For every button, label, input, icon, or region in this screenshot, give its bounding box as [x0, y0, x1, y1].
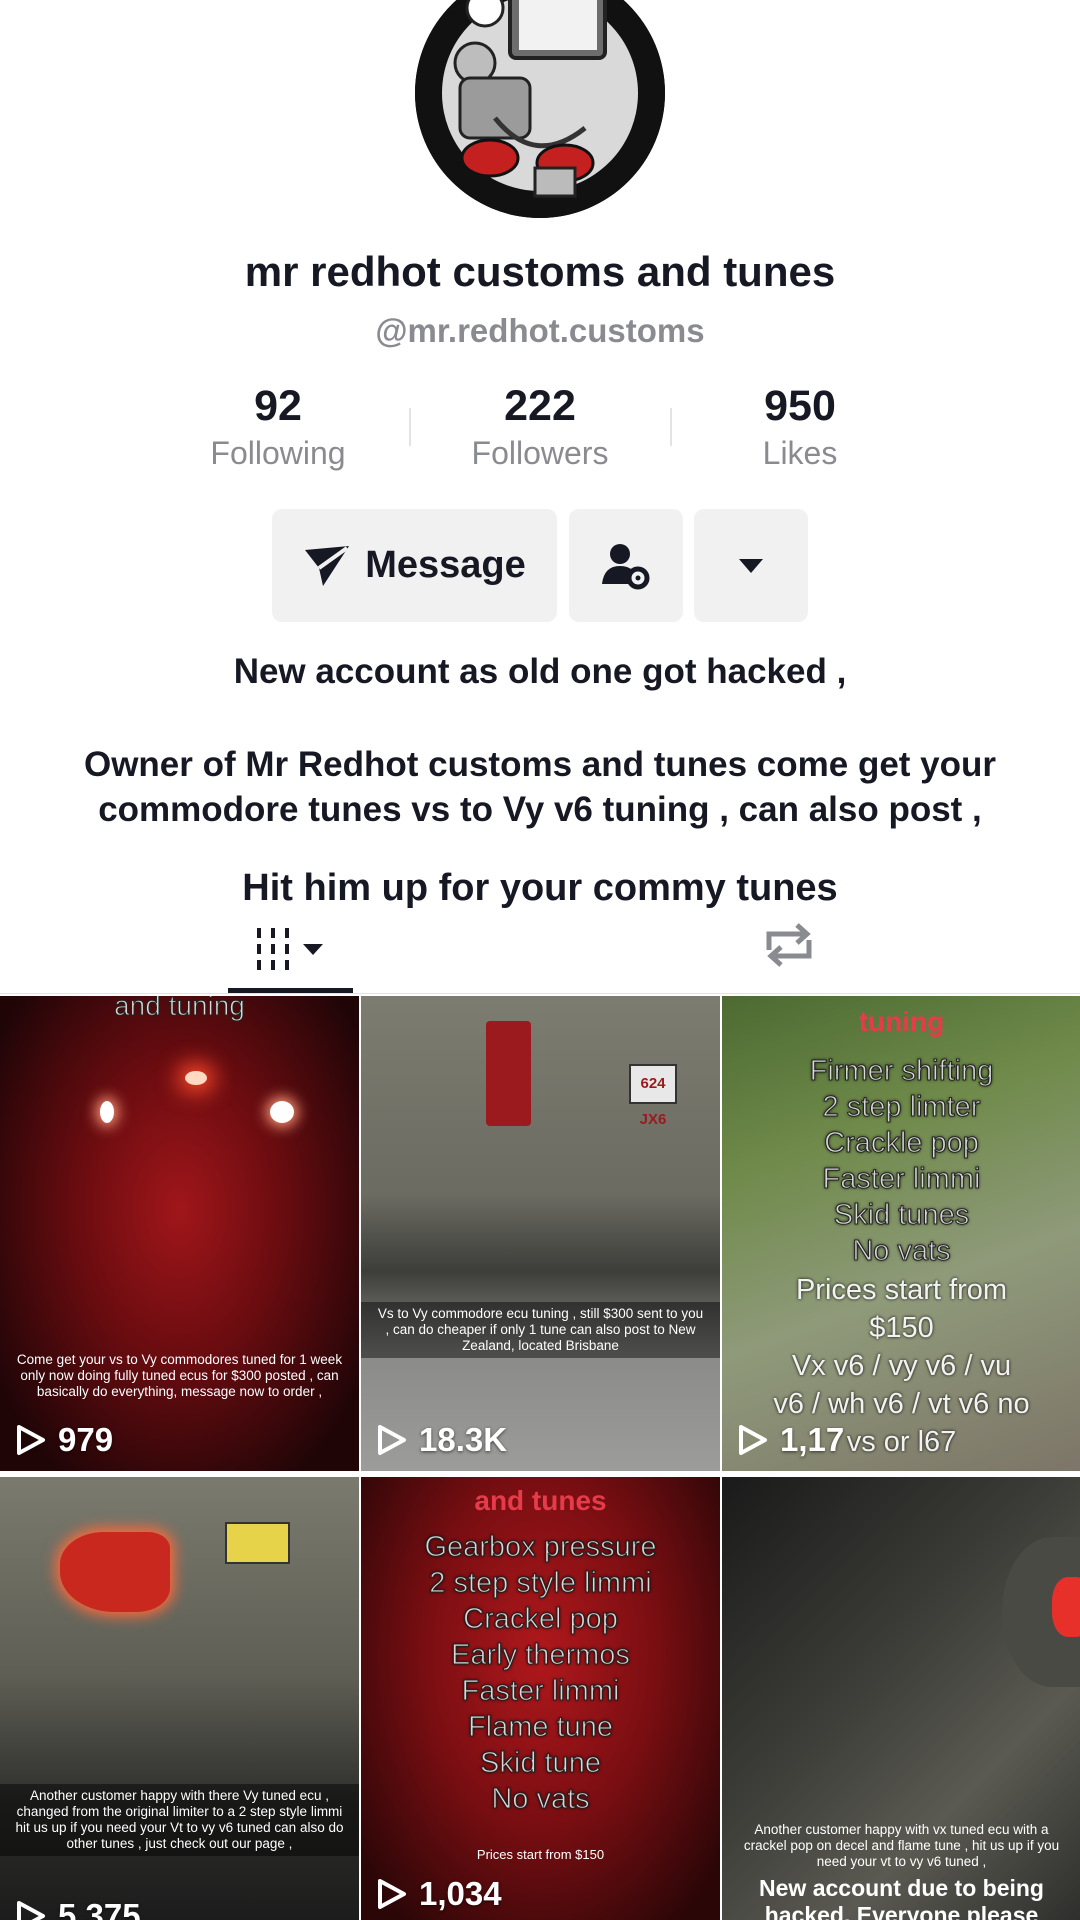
video-overlay-title: and tuning: [114, 996, 246, 1022]
message-button[interactable]: Message: [272, 509, 557, 622]
repost-icon: [766, 923, 812, 967]
overlay-line: Crackle pop: [824, 1127, 980, 1160]
play-icon: [739, 1425, 767, 1455]
followers-label: Followers: [471, 435, 609, 471]
view-count: 5,375: [16, 1897, 141, 1920]
overlay-line: Faster limmi: [822, 1163, 981, 1196]
tabs-divider: [0, 993, 1080, 994]
price-line: v6 / wh v6 / vt v6 no: [773, 1388, 1030, 1420]
followers-stat[interactable]: 222 Followers: [410, 380, 670, 474]
following-label: Following: [210, 435, 346, 471]
tail-light: [1052, 1577, 1080, 1637]
video-overlay-title: tuning: [858, 1006, 945, 1037]
play-icon: [378, 1879, 406, 1909]
bio-line-3: Hit him up for your commy tunes: [242, 867, 838, 909]
profile-handle: @mr.redhot.customs: [375, 312, 705, 349]
friend-settings-button[interactable]: [569, 509, 683, 622]
view-count: 1,034: [377, 1875, 502, 1913]
grid-videos-icon: [256, 928, 323, 970]
overlay-line: No vats: [852, 1235, 951, 1268]
tab-reposts[interactable]: [754, 912, 824, 978]
bio-line-2: Owner of Mr Redhot customs and tunes com…: [83, 745, 997, 829]
overlay-line: Firmer shifting: [809, 1055, 994, 1088]
overlay-line: 2 step style limmi: [429, 1567, 652, 1600]
price-line: Prices start from: [795, 1274, 1008, 1306]
video-overlay-lines: Firmer shifting 2 step limter Crackle po…: [722, 1053, 1080, 1269]
overlay-line: Flame tune: [467, 1711, 614, 1744]
view-count-value: 18.3K: [419, 1421, 508, 1458]
bio-line-1: New account as old one got hacked ,: [233, 652, 847, 691]
overlay-line: Skid tunes: [833, 1199, 970, 1232]
play-icon: [378, 1425, 406, 1455]
caret-down-icon: [739, 558, 763, 573]
overlay-line: Faster limmi: [461, 1675, 620, 1708]
tail-light: [185, 1071, 207, 1085]
video-tile[interactable]: Another customer happy with vx tuned ecu…: [722, 1477, 1080, 1920]
video-caption: Another customer happy with there Vy tun…: [0, 1784, 359, 1856]
tail-light: [100, 1101, 114, 1123]
view-count-value: 979: [58, 1421, 114, 1458]
overlay-line: 2 step limter: [822, 1091, 981, 1124]
video-tile[interactable]: Another customer happy with there Vy tun…: [0, 1477, 359, 1920]
video-tile[interactable]: and tunes Gearbox pressure 2 step style …: [361, 1477, 720, 1920]
tail-light: [60, 1532, 170, 1612]
following-count: 92: [254, 382, 302, 430]
view-count-value: 1,034: [419, 1875, 502, 1912]
user-settings-icon: [602, 543, 650, 589]
play-icon: [17, 1425, 45, 1455]
view-count-value: 1,17: [780, 1421, 845, 1458]
overlay-line: Skid tune: [480, 1747, 602, 1780]
video-tile[interactable]: and tuning Come get your vs to Vy commod…: [0, 996, 359, 1471]
video-caption: Another customer happy with vx tuned ecu…: [743, 1822, 1060, 1869]
overlay-line: No vats: [491, 1783, 590, 1816]
view-count: 18.3K: [377, 1421, 507, 1459]
view-count: 1,17: [738, 1421, 844, 1459]
message-button-label: Message: [365, 544, 526, 586]
view-count-value: 5,375: [58, 1897, 141, 1920]
tail-light: [270, 1101, 294, 1123]
price-line: $150: [869, 1312, 934, 1344]
license-plate: 624 JX6: [629, 1064, 677, 1128]
video-overlay-lines: Gearbox pressure 2 step style limmi Crac…: [361, 1529, 720, 1817]
video-caption: Come get your vs to Vy commodores tuned …: [16, 1352, 343, 1399]
cartoon-mascot-with-laptop-avatar: [415, 0, 665, 218]
likes-stat[interactable]: 950 Likes: [670, 380, 930, 474]
following-stat[interactable]: 92 Following: [148, 380, 408, 474]
license-plate: [225, 1522, 290, 1564]
video-bottom-text: New account due to being hacked. Everyon…: [759, 1875, 1044, 1920]
overlay-line: Early thermos: [451, 1639, 631, 1672]
tail-light: [486, 1021, 531, 1126]
video-footer-text: Prices start from $150: [476, 1847, 605, 1862]
video-overlay-title: and tunes: [474, 1485, 607, 1516]
likes-count: 950: [764, 382, 836, 430]
overlay-line: Crackel pop: [463, 1603, 619, 1636]
followers-count: 222: [504, 382, 576, 430]
send-arrow-icon: [305, 545, 350, 586]
overlay-line: Gearbox pressure: [424, 1531, 657, 1564]
profile-display-name: mr redhot customs and tunes: [244, 248, 836, 295]
play-icon: [17, 1901, 45, 1920]
video-caption: Vs to Vy commodore ecu tuning , still $3…: [361, 1302, 720, 1358]
price-line: Vx v6 / vy v6 / vu: [791, 1350, 1012, 1382]
tab-videos[interactable]: [228, 910, 353, 988]
more-options-button[interactable]: [694, 509, 808, 622]
video-tile[interactable]: tuning Firmer shifting 2 step limter Cra…: [722, 996, 1080, 1471]
video-tile[interactable]: 624 JX6 Vs to Vy commodore ecu tuning , …: [361, 996, 720, 1471]
profile-avatar[interactable]: [415, 0, 665, 218]
view-count: 979: [16, 1421, 113, 1459]
likes-label: Likes: [762, 435, 838, 471]
